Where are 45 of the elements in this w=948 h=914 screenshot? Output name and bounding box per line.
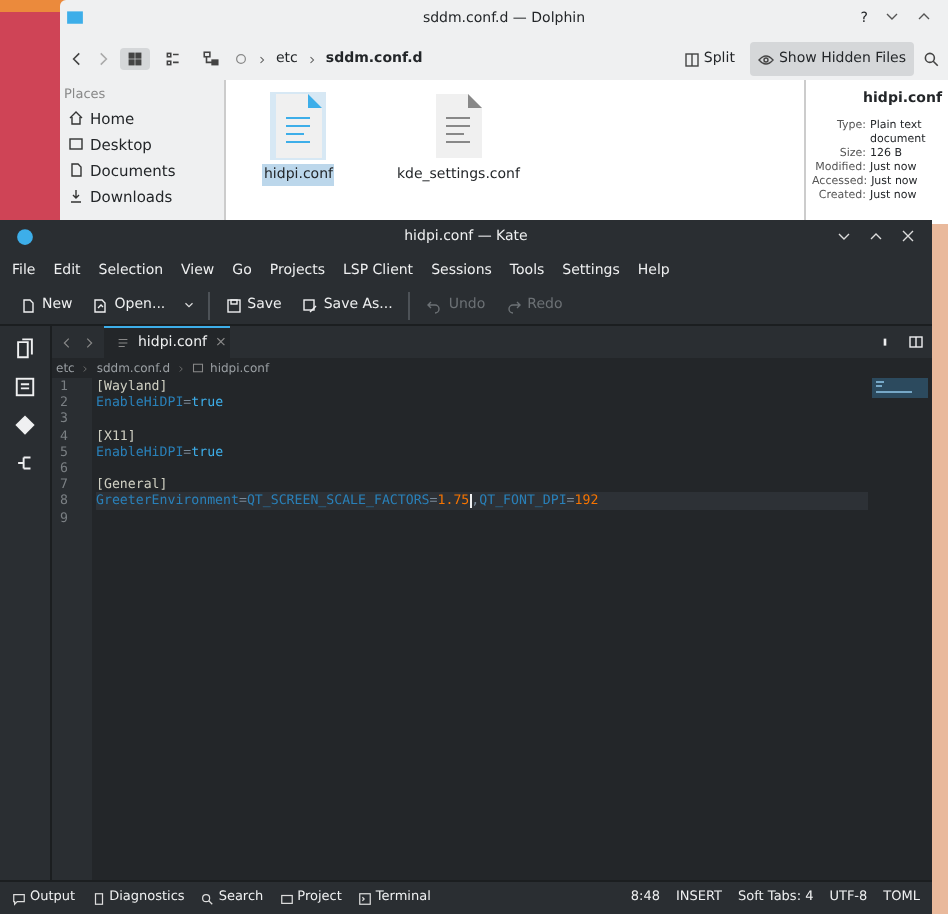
text-file-icon[interactable]	[430, 92, 487, 160]
chevron-icon	[80, 363, 91, 373]
globe-app-icon	[16, 228, 34, 246]
document-icon	[68, 162, 84, 179]
text-file-icon	[116, 336, 130, 350]
list-icon	[164, 50, 182, 68]
minimap[interactable]	[872, 378, 928, 398]
close-icon	[900, 228, 916, 244]
save-icon	[225, 297, 242, 313]
branch-icon	[14, 452, 36, 474]
chevron-icon	[176, 363, 187, 373]
redo-icon	[505, 297, 522, 313]
clipboard-icon	[91, 891, 106, 905]
outline-icon	[14, 376, 36, 398]
home-icon	[68, 110, 84, 127]
undo-icon	[426, 297, 443, 313]
minimize-icon	[884, 8, 900, 24]
maximize-icon	[916, 8, 932, 24]
folder-icon	[279, 891, 294, 905]
documents-icon	[14, 338, 36, 360]
file-icon	[192, 362, 205, 374]
icons-view-button[interactable]	[120, 48, 150, 70]
forward-icon	[82, 335, 96, 349]
download-icon	[68, 188, 84, 205]
search-icon	[922, 50, 940, 68]
git-icon	[14, 414, 36, 436]
open-file-icon	[92, 297, 109, 313]
speech-bubble-icon	[12, 891, 26, 905]
tree-icon	[202, 50, 220, 68]
chevron-icon	[256, 53, 268, 65]
terminal-icon	[357, 891, 372, 905]
maximize-icon	[868, 228, 884, 244]
split-icon	[683, 51, 700, 67]
save-as-icon	[301, 297, 318, 313]
pin-icon	[878, 335, 892, 349]
monitor-icon	[68, 136, 84, 153]
eye-icon	[758, 51, 775, 67]
grid-icon	[126, 50, 144, 68]
split-view-icon	[908, 334, 924, 350]
folder-app-icon	[66, 8, 84, 26]
back-icon	[60, 335, 74, 349]
new-file-icon	[20, 297, 36, 313]
minimize-icon	[836, 228, 852, 244]
chevron-icon	[305, 53, 318, 65]
search-icon	[200, 891, 215, 905]
